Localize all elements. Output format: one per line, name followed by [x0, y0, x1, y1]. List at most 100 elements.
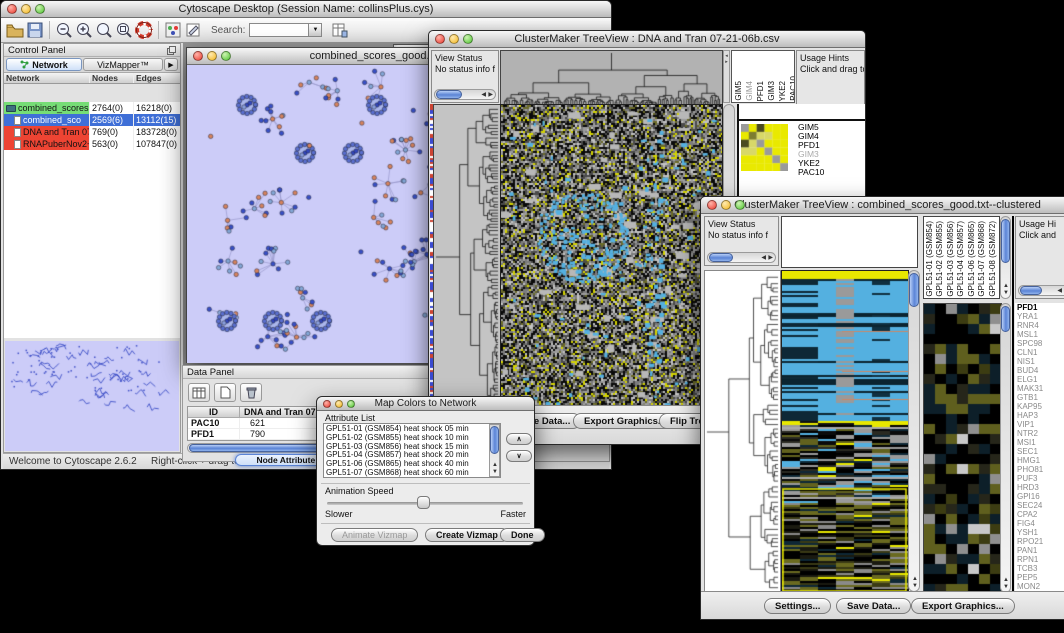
gene-label: CLN1	[1017, 348, 1064, 357]
column-dendrogram-area[interactable]	[781, 216, 918, 268]
attribute-list-item[interactable]: GPL51-03 (GSM856) heat shock 15 min	[324, 443, 488, 452]
zoom-button[interactable]	[347, 400, 355, 408]
zoom-in-icon[interactable]	[74, 20, 94, 40]
attribute-list-item[interactable]: GPL51-02 (GSM855) heat shock 10 min	[324, 434, 488, 443]
treeview-combined-titlebar[interactable]: ClusterMaker TreeView : combined_scores_…	[701, 197, 1064, 214]
minimize-button[interactable]	[21, 4, 31, 14]
close-button[interactable]	[323, 400, 331, 408]
edges-cell: 183728(0)	[134, 126, 180, 138]
zoom-fit-icon[interactable]	[94, 20, 114, 40]
id-column-header[interactable]: ID	[188, 407, 240, 417]
attribute-table-icon[interactable]	[188, 383, 210, 402]
zoom-button[interactable]	[735, 200, 745, 210]
attribute-list-item[interactable]: GPL51-06 (GSM865) heat shock 40 min	[324, 460, 488, 469]
move-down-button[interactable]: ∨	[506, 450, 532, 462]
network-row[interactable]: combined_scores2764(0)16218(0)	[4, 102, 180, 114]
done-button[interactable]: Done	[500, 528, 545, 542]
float-panel-icon[interactable]	[167, 46, 176, 55]
column-labels-panel: GPL51-01 (GSM854)GPL51-02 (GSM855)GPL51-…	[923, 216, 1000, 299]
row-dendrogram[interactable]	[704, 270, 781, 594]
new-attribute-icon[interactable]	[214, 383, 236, 402]
network-row[interactable]: DNA and Tran 07769(0)183728(0)	[4, 126, 180, 138]
usage-hints-hscrollbar[interactable]: ◀▶	[1018, 285, 1064, 296]
file-icon	[14, 128, 21, 137]
column-header-nodes[interactable]: Nodes	[90, 73, 134, 83]
toolbar-separator	[158, 21, 159, 39]
zoom-button[interactable]	[221, 51, 231, 61]
view-status-hscrollbar[interactable]: ◀▶	[434, 89, 496, 100]
zoom-selected-icon[interactable]	[114, 20, 134, 40]
close-button[interactable]	[435, 34, 445, 44]
column-header-network[interactable]: Network	[4, 73, 90, 83]
attribute-list-item[interactable]: GPL51-04 (GSM857) heat shock 20 min	[324, 451, 488, 460]
attribute-list-vscrollbar[interactable]: ▲▼	[489, 424, 500, 477]
dialog-titlebar[interactable]: Map Colors to Network	[317, 397, 534, 411]
network-row[interactable]: combined_sco2569(6)13112(15)	[4, 114, 180, 126]
gene-label: SEC24	[1017, 501, 1064, 510]
section-divider	[321, 483, 530, 484]
minimize-button[interactable]	[335, 400, 343, 408]
zoom-out-icon[interactable]	[54, 20, 74, 40]
heatmap-vscrollbar[interactable]: ▲▼	[908, 270, 920, 592]
column-dendrogram[interactable]	[500, 50, 723, 105]
data-panel-title: Data Panel	[187, 367, 234, 378]
row-dendrogram[interactable]	[433, 104, 501, 410]
network-overview-thumbnail[interactable]	[5, 341, 179, 451]
gene-label: KAP95	[1017, 402, 1064, 411]
control-panel-title: Control Panel	[8, 45, 66, 56]
folder-icon	[6, 105, 16, 112]
animate-vizmap-button[interactable]: Animate Vizmap	[331, 528, 418, 542]
save-data-button[interactable]: Save Data...	[836, 598, 911, 614]
dendrogram-scroll-arrows[interactable]: ◂▸	[723, 50, 730, 103]
edges-cell: 13112(15)	[134, 114, 180, 126]
gene-label: RPO21	[1017, 537, 1064, 546]
minimize-button[interactable]	[449, 34, 459, 44]
column-label: GPL51-01 (GSM854)	[925, 221, 935, 297]
zoom-vscrollbar[interactable]: ▲▼	[1000, 303, 1011, 593]
minimize-button[interactable]	[207, 51, 217, 61]
close-button[interactable]	[193, 51, 203, 61]
attribute-list-item[interactable]: GPL51-07 (GSM868) heat shock 60 min	[324, 469, 488, 478]
column-labels-vscrollbar[interactable]: ▲▼	[1000, 216, 1011, 299]
move-up-button[interactable]: ∧	[506, 433, 532, 445]
plugin-manager-icon[interactable]	[163, 20, 183, 40]
zoom-button[interactable]	[463, 34, 473, 44]
attribute-browser-icon[interactable]	[330, 20, 350, 40]
view-status-hscrollbar[interactable]: ◀▶	[707, 252, 776, 263]
zoom-button[interactable]	[35, 4, 45, 14]
create-vizmap-button[interactable]: Create Vizmap	[425, 528, 509, 542]
tab-vizmapper-label: VizMapper™	[97, 60, 149, 70]
settings-button[interactable]: Settings...	[764, 598, 831, 614]
save-icon[interactable]	[25, 20, 45, 40]
export-graphics-button[interactable]: Export Graphics...	[911, 598, 1015, 614]
delete-attribute-icon[interactable]	[240, 383, 262, 402]
tab-vizmapper[interactable]: VizMapper™	[83, 58, 163, 71]
column-label: GPL51-04 (GSM857)	[956, 221, 966, 297]
close-button[interactable]	[7, 4, 17, 14]
view-status-title: View Status	[705, 217, 778, 230]
animation-speed-slider-thumb[interactable]	[417, 496, 430, 509]
help-icon[interactable]	[134, 20, 154, 40]
view-status-panel: View Status No status info f ◀▶	[431, 50, 499, 103]
view-status-title: View Status	[432, 51, 498, 64]
network-row[interactable]: RNAPuberNov2+563(0)107847(0)	[4, 138, 180, 150]
similarity-matrix-heatmap[interactable]	[741, 124, 788, 171]
main-titlebar[interactable]: Cytoscape Desktop (Session Name: collins…	[1, 1, 611, 18]
tab-overflow-button[interactable]: ▶	[164, 58, 178, 71]
heatmap-zoomed[interactable]	[923, 303, 1002, 595]
open-icon[interactable]	[5, 20, 25, 40]
gene-label: TCB3	[1017, 564, 1064, 573]
close-button[interactable]	[707, 200, 717, 210]
usage-hints-text: Click and	[1016, 230, 1064, 241]
attribute-list-item[interactable]: GPL51-01 (GSM854) heat shock 05 min	[324, 425, 488, 434]
search-input[interactable]	[249, 23, 309, 37]
annotation-icon[interactable]	[183, 20, 203, 40]
minimize-button[interactable]	[721, 200, 731, 210]
tab-network[interactable]: Network	[6, 58, 82, 71]
column-header-edges[interactable]: Edges	[134, 73, 180, 83]
gene-label: NTR2	[1017, 429, 1064, 438]
search-dropdown-icon[interactable]: ▼	[309, 23, 322, 37]
heatmap-main[interactable]	[500, 104, 723, 410]
heatmap-main[interactable]	[781, 270, 909, 594]
treeview-dna-titlebar[interactable]: ClusterMaker TreeView : DNA and Tran 07-…	[429, 31, 865, 48]
